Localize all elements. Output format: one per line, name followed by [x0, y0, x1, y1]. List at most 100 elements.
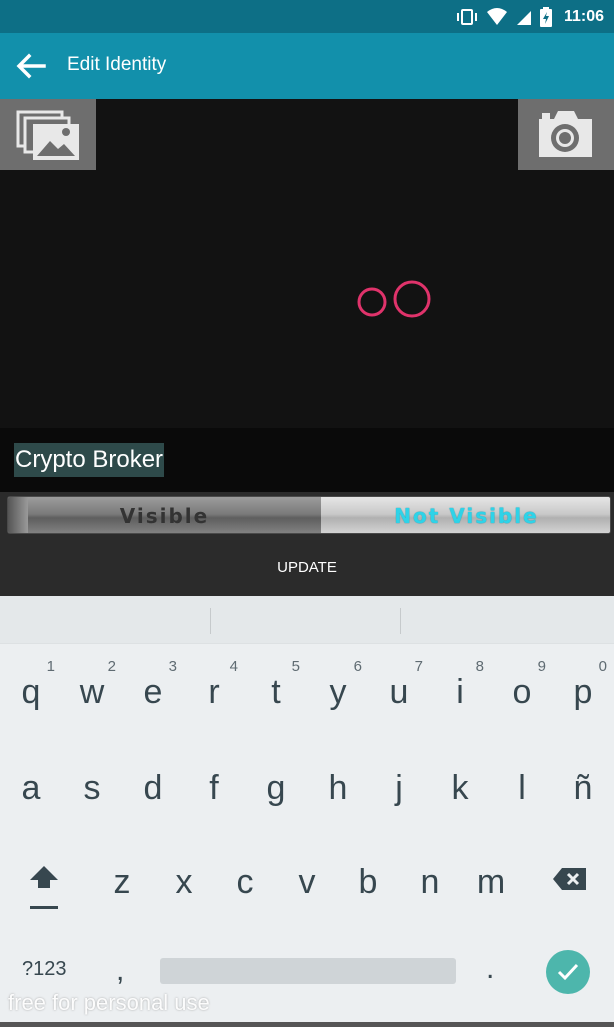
key-t[interactable]: t5 — [246, 644, 306, 724]
watermark: free for personal use — [8, 990, 210, 1015]
visible-label: Visible — [119, 504, 210, 528]
suggestion-divider — [210, 608, 211, 634]
wifi-icon — [486, 8, 507, 25]
space-key[interactable] — [160, 958, 456, 984]
key-label: v — [298, 863, 316, 901]
enter-key[interactable] — [546, 950, 590, 994]
status-bar: 11:06 — [0, 0, 614, 33]
key-r[interactable]: r4 — [184, 644, 244, 724]
signal-icon — [516, 11, 531, 25]
key-hint: 7 — [414, 658, 423, 675]
key-hint: 9 — [537, 658, 546, 675]
key-hint: 3 — [168, 658, 177, 675]
identity-name-field[interactable]: Crypto Broker — [14, 443, 165, 477]
key-label: o — [512, 673, 532, 711]
identity-photo-area — [0, 99, 614, 428]
key-hint: 2 — [107, 658, 116, 675]
update-button[interactable]: UPDATE — [277, 559, 337, 576]
key-label: k — [451, 769, 469, 807]
period-key[interactable]: . — [486, 952, 494, 986]
page-title: Edit Identity — [67, 54, 167, 75]
key-s[interactable]: s — [62, 746, 122, 826]
not-visible-option[interactable]: Not Visible — [321, 497, 610, 533]
visibility-row: Visible Not Visible — [0, 492, 614, 538]
key-hint: 1 — [46, 658, 55, 675]
gallery-icon — [16, 110, 79, 160]
camera-button[interactable] — [518, 99, 614, 170]
key-l[interactable]: l — [492, 746, 552, 826]
key-o[interactable]: o9 — [492, 644, 552, 724]
battery-icon — [539, 7, 552, 27]
key-x[interactable]: x — [154, 840, 214, 920]
comma-key[interactable]: , — [116, 954, 124, 988]
app-bar: Edit Identity — [0, 33, 614, 99]
key-v[interactable]: v — [277, 840, 337, 920]
key-w[interactable]: w2 — [62, 644, 122, 724]
key-ñ[interactable]: ñ — [553, 746, 613, 826]
update-row: UPDATE — [0, 538, 614, 596]
key-f[interactable]: f — [184, 746, 244, 826]
key-label: l — [518, 769, 526, 807]
key-c[interactable]: c — [215, 840, 275, 920]
visibility-toggle[interactable]: Visible Not Visible — [7, 496, 611, 534]
shift-icon — [30, 866, 58, 909]
key-label: y — [329, 673, 347, 711]
key-hint: 6 — [353, 658, 362, 675]
key-n[interactable]: n — [400, 840, 460, 920]
status-time: 11:06 — [563, 8, 604, 25]
key-i[interactable]: i8 — [430, 644, 490, 724]
back-arrow-icon — [16, 53, 46, 79]
key-label: a — [21, 769, 41, 807]
key-u[interactable]: u7 — [369, 644, 429, 724]
shift-key[interactable] — [24, 862, 64, 914]
key-hint: 5 — [291, 658, 300, 675]
toggle-cap — [8, 497, 28, 533]
key-y[interactable]: y6 — [308, 644, 368, 724]
key-d[interactable]: d — [123, 746, 183, 826]
key-label: u — [389, 673, 409, 711]
key-e[interactable]: e3 — [123, 644, 183, 724]
key-a[interactable]: a — [1, 746, 61, 826]
key-label: e — [143, 673, 163, 711]
key-label: ñ — [573, 769, 593, 807]
key-label: d — [143, 769, 163, 807]
key-label: h — [328, 769, 348, 807]
vibrate-icon — [456, 9, 477, 25]
key-label: i — [456, 673, 464, 711]
key-q[interactable]: q1 — [1, 644, 61, 724]
key-hint: 0 — [598, 658, 607, 675]
key-b[interactable]: b — [338, 840, 398, 920]
status-icons: 11:06 — [456, 6, 604, 28]
gallery-button[interactable] — [0, 99, 96, 170]
back-button[interactable] — [14, 51, 48, 81]
loading-spinner-icon — [357, 280, 431, 318]
key-label: q — [21, 673, 41, 711]
suggestion-divider — [400, 608, 401, 634]
key-j[interactable]: j — [369, 746, 429, 826]
key-k[interactable]: k — [430, 746, 490, 826]
bottom-edge — [0, 1022, 614, 1027]
symbols-key[interactable]: ?123 — [22, 958, 67, 981]
key-label: j — [395, 769, 403, 807]
key-label: n — [420, 863, 440, 901]
backspace-key[interactable] — [552, 866, 588, 892]
key-h[interactable]: h — [308, 746, 368, 826]
key-label: x — [175, 863, 193, 901]
key-p[interactable]: p0 — [553, 644, 613, 724]
key-g[interactable]: g — [246, 746, 306, 826]
key-hint: 4 — [229, 658, 238, 675]
key-m[interactable]: m — [461, 840, 521, 920]
key-label: r — [208, 673, 220, 711]
key-hint: 8 — [475, 658, 484, 675]
key-label: f — [209, 769, 219, 807]
key-label: c — [236, 863, 254, 901]
key-z[interactable]: z — [92, 840, 152, 920]
name-row: Crypto Broker — [0, 428, 614, 492]
key-label: m — [476, 863, 506, 901]
backspace-icon — [553, 868, 586, 890]
camera-icon — [539, 111, 592, 157]
soft-keyboard: q1w2e3r4t5y6u7i8o9p0 asdfghjklñ zxcvbnm … — [0, 596, 614, 1027]
key-label: s — [83, 769, 101, 807]
visible-option[interactable]: Visible — [8, 497, 321, 533]
key-label: b — [358, 863, 378, 901]
